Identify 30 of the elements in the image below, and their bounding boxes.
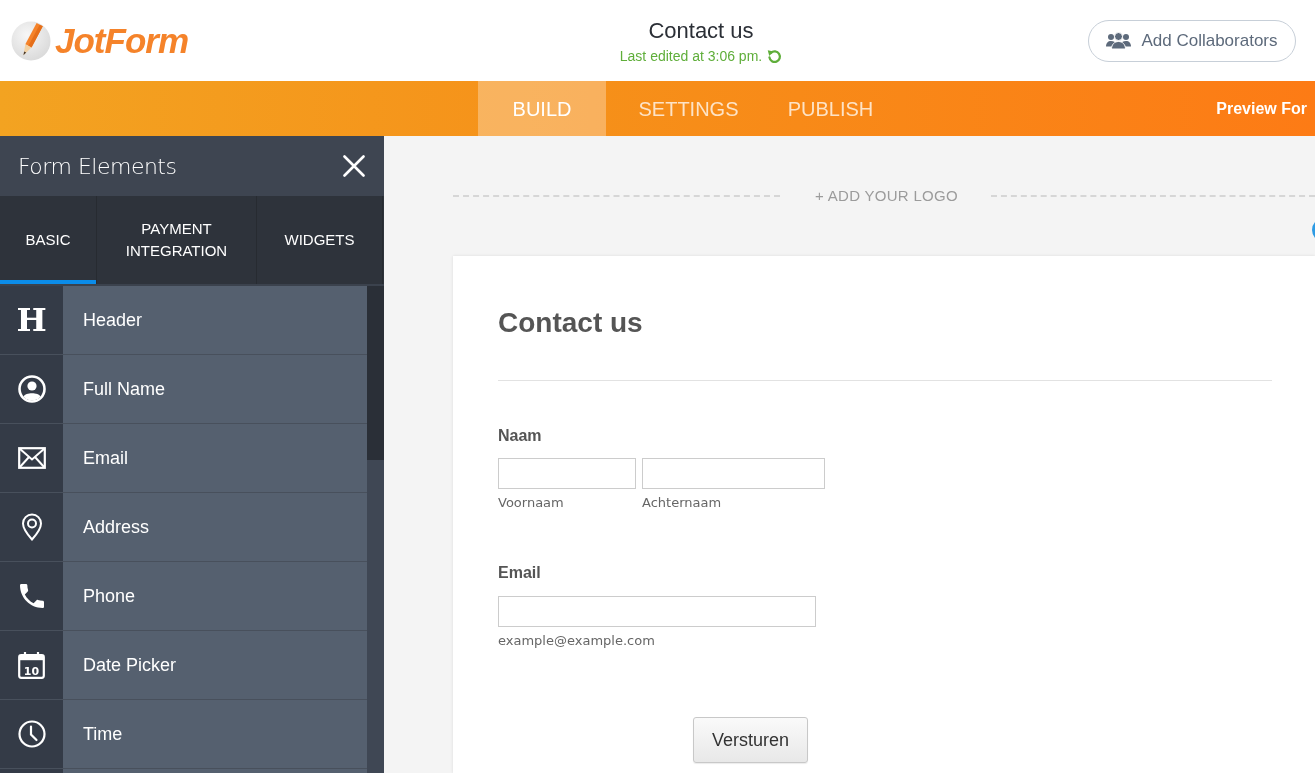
scrollbar-thumb[interactable] — [367, 286, 384, 460]
add-collaborators-button[interactable]: Add Collaborators — [1088, 19, 1296, 62]
input-field[interactable] — [498, 458, 636, 489]
envelope-icon — [17, 447, 46, 469]
form-heading: Contact us — [498, 306, 644, 340]
map-pin-icon — [20, 513, 43, 541]
field-sublabel: Achternaam — [642, 495, 723, 511]
heading-icon: H — [16, 304, 47, 336]
refresh-icon[interactable] — [767, 48, 783, 64]
pencil-logo-icon — [11, 20, 51, 61]
close-icon[interactable] — [343, 155, 365, 177]
field-sublabel: Voornaam — [498, 495, 565, 511]
calendar-icon: 10 — [18, 651, 45, 679]
panel-tab[interactable]: BASIC — [0, 196, 97, 284]
field-label: Email — [498, 563, 542, 583]
submit-button[interactable]: Versturen — [693, 717, 808, 763]
field-sublabel: example@example.com — [498, 633, 656, 649]
input-field[interactable] — [642, 458, 825, 489]
panel-title: Form Elements — [18, 152, 177, 181]
panel-tab[interactable]: PAYMENT INTEGRATION — [97, 196, 257, 284]
panel-tab[interactable]: WIDGETS — [257, 196, 383, 284]
last-edited-text: Last edited at 3:06 pm. — [619, 47, 763, 65]
user-circle-icon — [17, 375, 46, 403]
input-field[interactable] — [498, 596, 816, 627]
phone-icon — [19, 584, 44, 608]
field-label: Naam — [498, 426, 543, 446]
logo-text: JotForm — [55, 23, 188, 58]
form-title: Contact us — [648, 18, 754, 45]
people-icon — [1106, 32, 1132, 49]
clock-icon — [17, 720, 46, 748]
